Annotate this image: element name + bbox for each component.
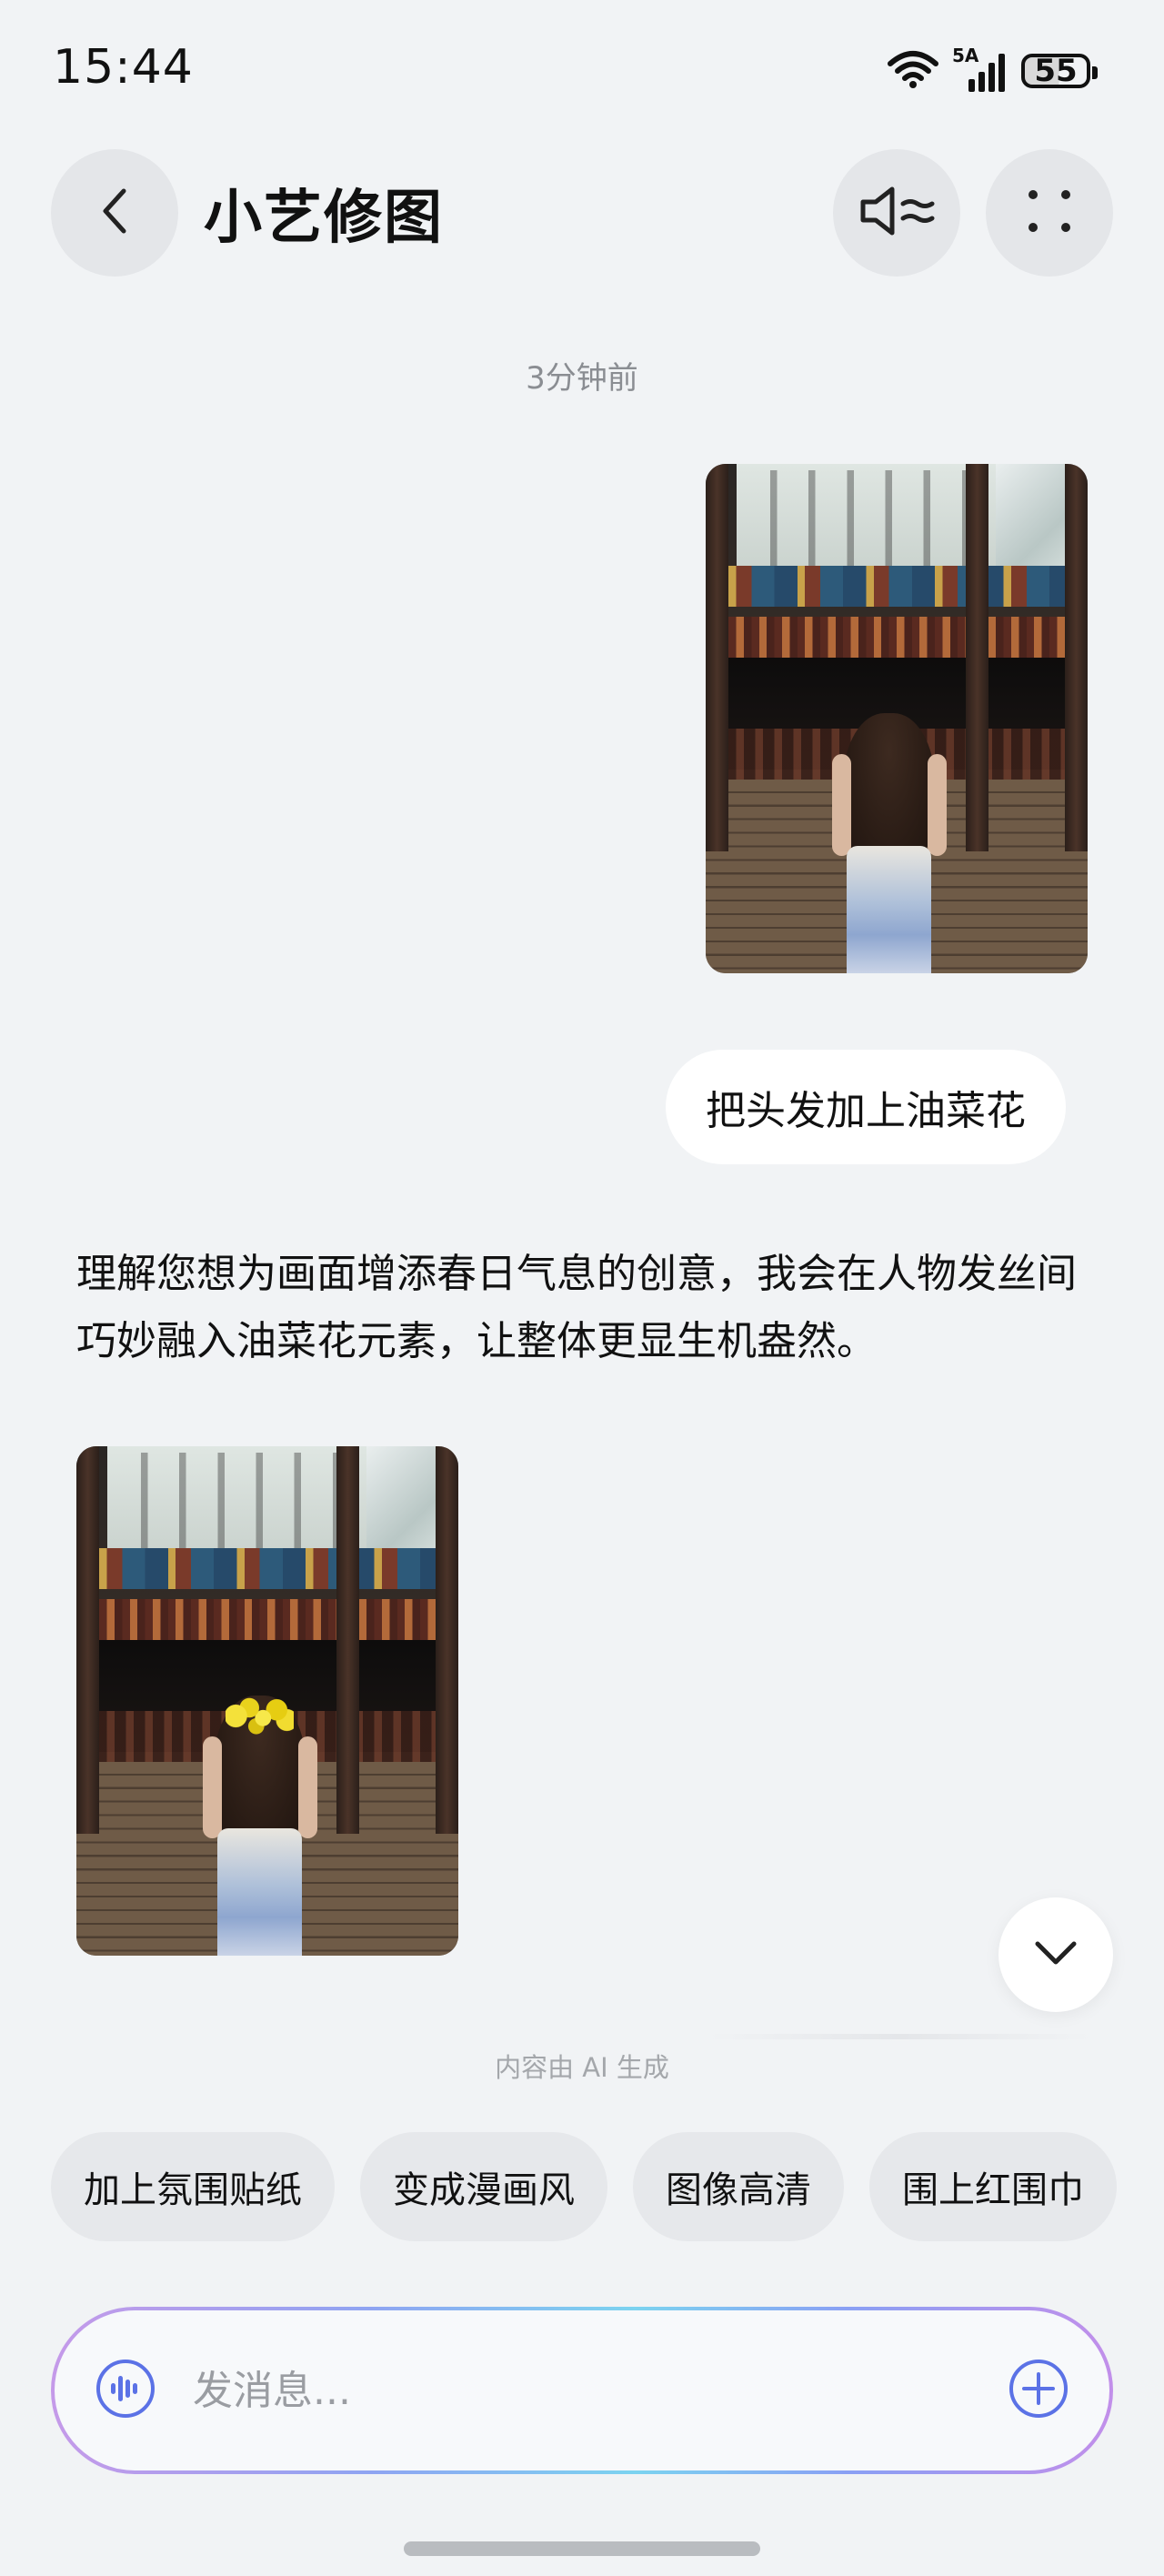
ai-generated-notice: 内容由 AI 生成 [495, 2052, 669, 2083]
user-message-text: 把头发加上油菜花 [706, 1088, 1026, 1134]
back-button[interactable] [51, 149, 178, 277]
voice-input-button[interactable] [95, 2358, 156, 2423]
cellular-signal-icon: 5A [952, 45, 1008, 94]
add-attachment-button[interactable] [1008, 2358, 1069, 2423]
message-composer [51, 2307, 1113, 2474]
message-input[interactable] [191, 2366, 1008, 2415]
plus-circle-icon [1009, 2360, 1068, 2418]
rapeseed-flowers [225, 1696, 295, 1737]
speaker-mode-icon [858, 184, 936, 242]
speaker-mode-button[interactable] [833, 149, 960, 277]
scroll-to-bottom-button[interactable] [998, 1897, 1113, 2012]
ai-reply-text: 理解您想为画面增添春日气息的创意，我会在人物发丝间巧妙融入油菜花元素，让整体更显… [76, 1251, 1077, 1364]
suggestion-chip[interactable]: 图像高清 [633, 2132, 844, 2241]
divider [709, 2034, 1091, 2039]
voice-wave-icon [96, 2360, 155, 2418]
more-grid-icon [1024, 186, 1075, 240]
status-icons: 5A 55 [887, 45, 1098, 96]
suggestion-chip[interactable]: 变成漫画风 [360, 2132, 607, 2241]
generated-photo[interactable] [76, 1446, 458, 1956]
suggestion-chip[interactable]: 围上红围巾 [869, 2132, 1117, 2241]
message-timestamp: 3分钟前 [526, 360, 638, 397]
page-title: 小艺修图 [204, 185, 444, 252]
battery-indicator: 55 [1021, 53, 1098, 89]
suggestion-chip[interactable]: 加上氛围贴纸 [51, 2132, 335, 2241]
chevron-left-icon [96, 186, 133, 240]
battery-level: 55 [1034, 53, 1078, 89]
chevron-down-icon [1032, 1938, 1079, 1971]
home-indicator[interactable] [404, 2541, 760, 2556]
sent-photo[interactable] [706, 464, 1088, 973]
user-message-bubble: 把头发加上油菜花 [666, 1050, 1066, 1164]
wifi-icon [887, 49, 939, 93]
suggestion-chips: 加上氛围贴纸 变成漫画风 图像高清 围上红围巾 [51, 2132, 1117, 2241]
status-time: 15:44 [53, 40, 194, 95]
more-options-button[interactable] [986, 149, 1113, 277]
